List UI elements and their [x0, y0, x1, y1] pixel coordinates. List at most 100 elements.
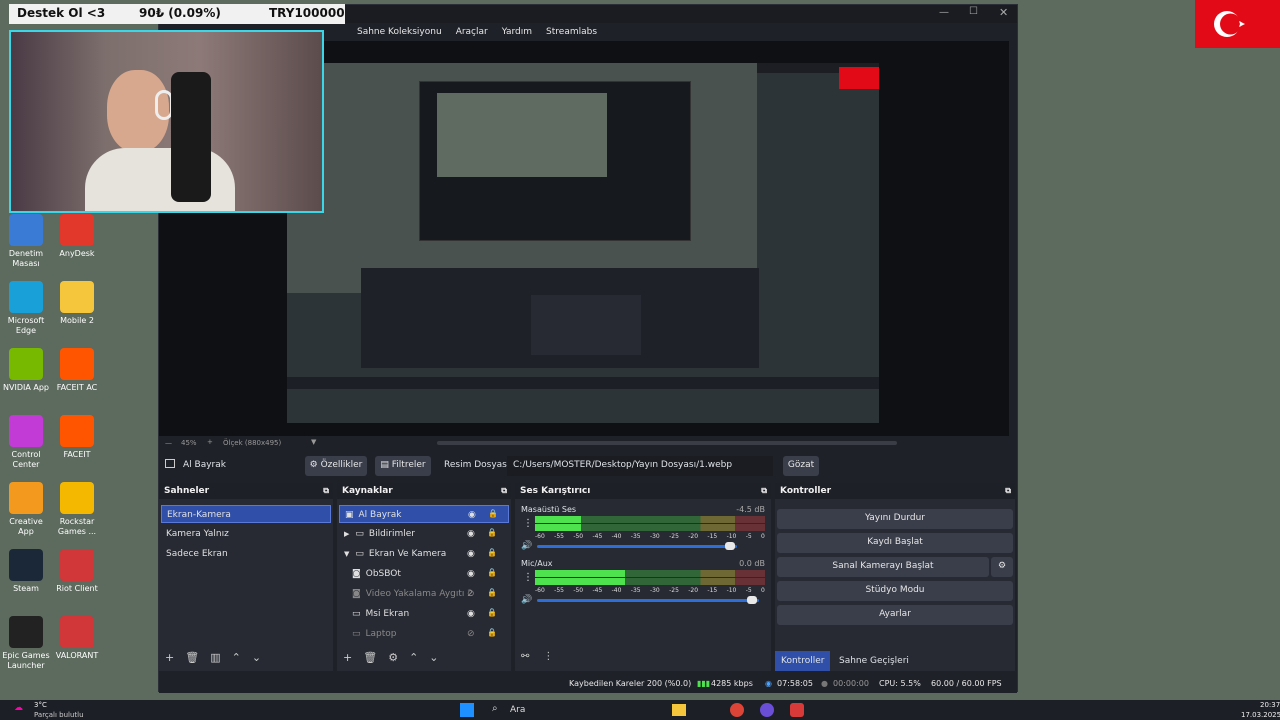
volume-icon[interactable]: 🔊	[521, 541, 532, 551]
volume-slider[interactable]	[537, 599, 759, 602]
more-vertical-icon[interactable]: ⋮	[523, 572, 533, 583]
desktop-icon[interactable]: AnyDesk	[53, 214, 101, 259]
volume-knob[interactable]	[747, 596, 757, 604]
desktop-icon[interactable]: Mobile 2	[53, 281, 101, 326]
chevron-up-icon[interactable]: ⌃	[409, 651, 418, 664]
controls-tab[interactable]: Sahne Geçişleri	[833, 651, 915, 671]
desktop-icon[interactable]: Steam	[2, 549, 50, 594]
chrome-icon[interactable]	[730, 703, 744, 717]
scene-item[interactable]: Ekran-Kamera	[161, 505, 331, 523]
control-button[interactable]: Stüdyo Modu	[777, 581, 1013, 601]
desktop-icon[interactable]: Microsoft Edge	[2, 281, 50, 336]
chevron-down-icon[interactable]: ▼	[344, 550, 349, 558]
eye-off-icon[interactable]: ⊘	[467, 589, 475, 599]
menu-item[interactable]: Araçlar	[456, 27, 488, 37]
obs-icon[interactable]	[760, 703, 774, 717]
controls-tab[interactable]: Kontroller	[775, 651, 831, 671]
source-item[interactable]: ▼ ▭ Ekran Ve Kamera ◉ 🔒	[339, 545, 509, 563]
desktop-icon[interactable]: Rockstar Games ...	[53, 482, 101, 537]
lock-icon[interactable]: 🔒	[487, 528, 497, 537]
undock-icon[interactable]: ⧉	[323, 486, 329, 496]
trash-icon[interactable]: 🗑	[363, 651, 377, 664]
desktop-icon[interactable]: Creative App	[2, 482, 50, 537]
menu-item[interactable]: Streamlabs	[546, 27, 597, 37]
clock-date[interactable]: 17.03.2025	[1241, 711, 1280, 719]
file-explorer-icon[interactable]	[672, 704, 686, 716]
add-icon[interactable]: +	[343, 651, 352, 664]
lock-icon[interactable]: 🔒	[487, 588, 497, 597]
chevron-down-icon[interactable]: ⌄	[252, 651, 261, 664]
undock-icon[interactable]: ⧉	[501, 486, 507, 496]
lock-icon[interactable]: 🔒	[487, 608, 497, 617]
more-vertical-icon[interactable]: ⋮	[523, 518, 533, 529]
eye-icon[interactable]: ◉	[468, 510, 476, 520]
clock-time[interactable]: 20:37	[1260, 701, 1280, 709]
record-app-icon[interactable]	[790, 703, 804, 717]
preview-scrollbar[interactable]	[437, 441, 897, 445]
scale-dropdown-icon[interactable]: ▼	[311, 438, 316, 446]
desktop-icon[interactable]: FACEIT AC	[53, 348, 101, 393]
source-item[interactable]: ▣ Al Bayrak ◉ 🔒	[339, 505, 509, 523]
gear-icon[interactable]: ⚙	[388, 651, 398, 664]
volume-knob[interactable]	[724, 542, 735, 550]
weather-desc[interactable]: Parçalı bulutlu	[34, 711, 84, 719]
desktop-icon[interactable]: NVIDIA App	[2, 348, 50, 393]
eye-icon[interactable]: ◉	[467, 569, 475, 579]
zoom-in-icon[interactable]: +	[207, 438, 213, 446]
lock-icon[interactable]: 🔒	[487, 628, 497, 637]
control-button[interactable]: Yayını Durdur	[777, 509, 1013, 529]
undock-icon[interactable]: ⧉	[761, 486, 767, 496]
lock-icon[interactable]: 🔒	[487, 568, 497, 577]
minimize-icon[interactable]: —	[939, 7, 949, 18]
source-item[interactable]: ▶ ▭ Bildirimler ◉ 🔒	[339, 525, 509, 543]
desktop-icon[interactable]: Epic Games Launcher	[2, 616, 50, 671]
browse-button[interactable]: Gözat	[783, 456, 819, 476]
search-icon[interactable]: ⌕	[492, 703, 498, 714]
scene-item[interactable]: Kamera Yalnız	[161, 525, 331, 543]
scene-item[interactable]: Sadece Ekran	[161, 545, 331, 563]
start-icon[interactable]	[460, 703, 474, 717]
control-button[interactable]: Sanal Kamerayı Başlat	[777, 557, 989, 577]
more-vertical-icon[interactable]: ⋮	[543, 651, 553, 662]
chevron-up-icon[interactable]: ⌃	[232, 651, 241, 664]
eye-off-icon[interactable]: ⊘	[467, 629, 475, 639]
chevron-right-icon[interactable]: ▶	[344, 530, 349, 538]
source-item[interactable]: ▭ Laptop ⊘ 🔒	[339, 625, 509, 643]
undock-icon[interactable]: ⧉	[1005, 486, 1011, 496]
volume-slider[interactable]	[537, 545, 737, 548]
filters-button[interactable]: ▤ Filtreler	[375, 456, 431, 476]
trash-icon[interactable]: 🗑	[185, 651, 199, 664]
lock-icon[interactable]: 🔒	[487, 548, 497, 557]
source-item[interactable]: ▭ Msi Ekran ◉ 🔒	[339, 605, 509, 623]
chevron-down-icon[interactable]: ⌄	[429, 651, 438, 664]
desktop-icon[interactable]: Control Center	[2, 415, 50, 470]
desktop-icon[interactable]: FACEIT	[53, 415, 101, 460]
scale-label[interactable]: Ölçek (880x495)	[223, 439, 281, 447]
lock-icon[interactable]: 🔒	[488, 509, 498, 518]
control-button[interactable]: Kaydı Başlat	[777, 533, 1013, 553]
link-icon[interactable]: ⚯	[521, 651, 529, 662]
maximize-icon[interactable]: ☐	[969, 6, 978, 17]
control-button[interactable]: Ayarlar	[777, 605, 1013, 625]
eye-icon[interactable]: ◉	[467, 549, 475, 559]
file-path-field[interactable]: C:/Users/MOSTER/Desktop/Yayın Dosyası/1.…	[507, 456, 773, 476]
source-item[interactable]: ◙ ObSBOt ◉ 🔒	[339, 565, 509, 583]
properties-button[interactable]: ⚙ Özellikler	[305, 456, 367, 476]
zoom-out-icon[interactable]: —	[165, 439, 172, 447]
volume-icon[interactable]: 🔊	[521, 595, 532, 605]
close-icon[interactable]: ✕	[999, 6, 1008, 19]
add-icon[interactable]: +	[165, 651, 174, 664]
eye-icon[interactable]: ◉	[467, 529, 475, 539]
menu-item[interactable]: Sahne Koleksiyonu	[357, 27, 442, 37]
desktop-icon[interactable]: VALORANT	[53, 616, 101, 661]
weather-temp[interactable]: 3°C	[34, 701, 47, 709]
weather-icon[interactable]: ☁	[14, 703, 23, 713]
filter-icon[interactable]: ▥	[210, 651, 220, 664]
eye-icon[interactable]: ◉	[467, 609, 475, 619]
desktop-icon[interactable]: Denetim Masası	[2, 214, 50, 269]
gear-icon[interactable]: ⚙	[991, 557, 1013, 577]
menu-item[interactable]: Yardım	[502, 27, 532, 37]
desktop-icon[interactable]: Riot Client	[53, 549, 101, 594]
search-label[interactable]: Ara	[510, 705, 525, 715]
source-item[interactable]: ◙ Video Yakalama Aygıtı 2 ⊘ 🔒	[339, 585, 509, 603]
